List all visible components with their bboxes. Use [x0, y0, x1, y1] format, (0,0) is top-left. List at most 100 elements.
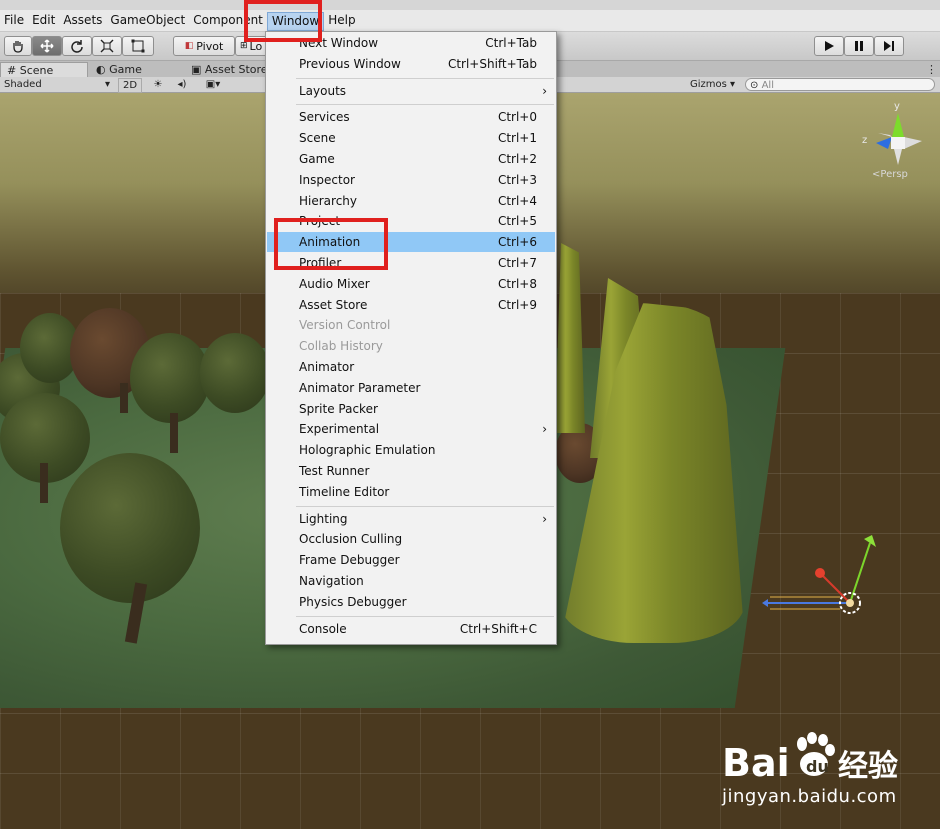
tab-scene[interactable]: # Scene: [0, 62, 88, 78]
menu-item-timeline-editor[interactable]: Timeline Editor: [267, 482, 555, 502]
image-icon: ▣▾: [205, 79, 221, 90]
menu-assets[interactable]: Assets: [59, 10, 106, 31]
menu-item-label: Occlusion Culling: [299, 532, 403, 547]
speaker-icon: ◂): [177, 79, 187, 90]
menu-item-physics-debugger[interactable]: Physics Debugger: [267, 592, 555, 612]
menu-item-shortcut: Ctrl+6: [497, 235, 537, 250]
menu-item-shortcut: Ctrl+1: [497, 131, 537, 146]
menu-item-scene[interactable]: Scene Ctrl+1: [267, 128, 555, 148]
menu-item-inspector[interactable]: Inspector Ctrl+3: [267, 170, 555, 190]
menu-item-shortcut: Ctrl+5: [497, 214, 537, 229]
pivot-toggle[interactable]: ◧ Pivot: [173, 36, 235, 56]
menu-gameobject[interactable]: GameObject: [106, 10, 189, 31]
menu-edit[interactable]: Edit: [28, 10, 59, 31]
rotate-tool-button[interactable]: [62, 36, 92, 56]
menu-item-sprite-packer[interactable]: Sprite Packer: [267, 399, 555, 419]
audio-toggle[interactable]: ◂): [174, 78, 190, 91]
menu-item-asset-store[interactable]: Asset Store Ctrl+9: [267, 295, 555, 315]
menu-item-console[interactable]: Console Ctrl+Shift+C: [267, 619, 555, 639]
menu-item-label: Inspector: [299, 172, 355, 187]
menu-item-shortcut: Ctrl+Shift+Tab: [447, 56, 537, 71]
menu-item-animator[interactable]: Animator: [267, 357, 555, 377]
pause-button[interactable]: [844, 36, 874, 56]
tree: [130, 333, 210, 423]
play-button[interactable]: [814, 36, 844, 56]
menu-item-shortcut: Ctrl+2: [497, 152, 537, 166]
menu-item-previous-window[interactable]: Previous Window Ctrl+Shift+Tab: [267, 54, 555, 74]
menu-item-game[interactable]: Game Ctrl+2: [267, 149, 555, 169]
menu-separator: [296, 505, 554, 507]
tree: [60, 453, 200, 603]
scale-tool-button[interactable]: [92, 36, 122, 56]
rotate-icon: [71, 40, 83, 53]
menu-item-experimental[interactable]: Experimental ›: [267, 419, 555, 439]
orientation-gizmo[interactable]: y z <Persp: [858, 95, 930, 179]
menu-item-collab-history: Collab History: [267, 336, 555, 356]
move-tool-button[interactable]: [32, 36, 62, 56]
menu-item-label: Sprite Packer: [299, 401, 378, 416]
tab-options-icon[interactable]: ⋮: [926, 62, 937, 77]
step-button[interactable]: [874, 36, 904, 56]
menu-item-label: Lighting: [299, 511, 348, 526]
scene-search-input[interactable]: ⊙ All: [745, 78, 935, 91]
menu-item-label: Services: [299, 110, 350, 125]
gizmo-persp-label[interactable]: <Persp: [872, 169, 908, 179]
hand-tool-button[interactable]: [4, 36, 32, 56]
local-icon: ⊞: [240, 41, 248, 51]
menu-item-services[interactable]: Services Ctrl+0: [267, 107, 555, 127]
svg-text:Bai: Bai: [722, 741, 790, 784]
menu-bar: File Edit Assets GameObject Component Window H…: [0, 10, 940, 32]
tab-game[interactable]: ◐ Game: [90, 62, 162, 77]
menu-item-hierarchy[interactable]: Hierarchy Ctrl+4: [267, 191, 555, 211]
step-icon: [884, 41, 894, 51]
submenu-arrow-icon: ›: [542, 511, 547, 526]
play-icon: [825, 41, 834, 51]
menu-item-label: Test Runner: [299, 464, 370, 478]
tree-trunk: [40, 463, 48, 503]
highlight-window-menu: [244, 0, 322, 42]
tree-trunk: [170, 413, 178, 453]
menu-separator: [296, 615, 554, 617]
menu-item-holographic-emulation[interactable]: Holographic Emulation: [267, 440, 555, 460]
gizmo-z-label: z: [862, 135, 867, 146]
highlight-animation-item: [274, 218, 388, 270]
menu-item-navigation[interactable]: Navigation: [267, 571, 555, 591]
menu-item-label: Experimental: [299, 422, 380, 437]
lighting-toggle[interactable]: ☀: [150, 78, 166, 91]
effects-dropdown[interactable]: ▣▾: [200, 78, 226, 91]
shading-mode-dropdown[interactable]: Shaded ▾: [4, 78, 110, 91]
scale-icon: [100, 39, 114, 53]
menu-item-frame-debugger[interactable]: Frame Debugger: [267, 550, 555, 570]
menu-item-lighting[interactable]: Lighting ›: [267, 509, 555, 529]
menu-item-shortcut: Ctrl+0: [497, 110, 537, 125]
menu-help[interactable]: Help: [324, 10, 359, 31]
2d-toggle[interactable]: 2D: [118, 78, 142, 93]
menu-item-test-runner[interactable]: Test Runner: [267, 461, 555, 481]
menu-item-label: Game: [299, 152, 335, 166]
transform-gizmo[interactable]: [760, 533, 880, 643]
menu-item-layouts[interactable]: Layouts ›: [267, 81, 555, 101]
menu-item-label: Holographic Emulation: [299, 443, 436, 458]
pause-icon: [855, 41, 863, 51]
menu-file[interactable]: File: [0, 10, 28, 31]
menu-item-label: Hierarchy: [299, 193, 358, 208]
baidu-watermark-logo: Bai du 经验: [722, 724, 912, 785]
menu-item-label: Physics Debugger: [299, 594, 407, 609]
menu-item-shortcut: Ctrl+4: [497, 193, 537, 208]
menu-item-animator-parameter[interactable]: Animator Parameter: [267, 378, 555, 398]
sun-icon: ☀: [153, 79, 163, 90]
menu-item-occlusion-culling[interactable]: Occlusion Culling: [267, 529, 555, 549]
gizmos-dropdown[interactable]: Gizmos ▾: [690, 78, 738, 91]
menu-item-label: Animator Parameter: [299, 380, 421, 395]
menu-item-label: Version Control: [299, 318, 391, 333]
store-icon: ▣: [191, 63, 202, 76]
menu-item-label: Timeline Editor: [299, 484, 390, 499]
menu-item-audio-mixer[interactable]: Audio Mixer Ctrl+8: [267, 274, 555, 294]
scene-icon: #: [7, 64, 17, 77]
menu-item-label: Audio Mixer: [299, 276, 370, 291]
rect-tool-button[interactable]: [122, 36, 154, 56]
menu-item-label: Asset Store: [299, 297, 368, 312]
menu-item-label: Previous Window: [299, 56, 401, 71]
move-icon: [40, 39, 54, 53]
title-bar: [0, 0, 940, 10]
